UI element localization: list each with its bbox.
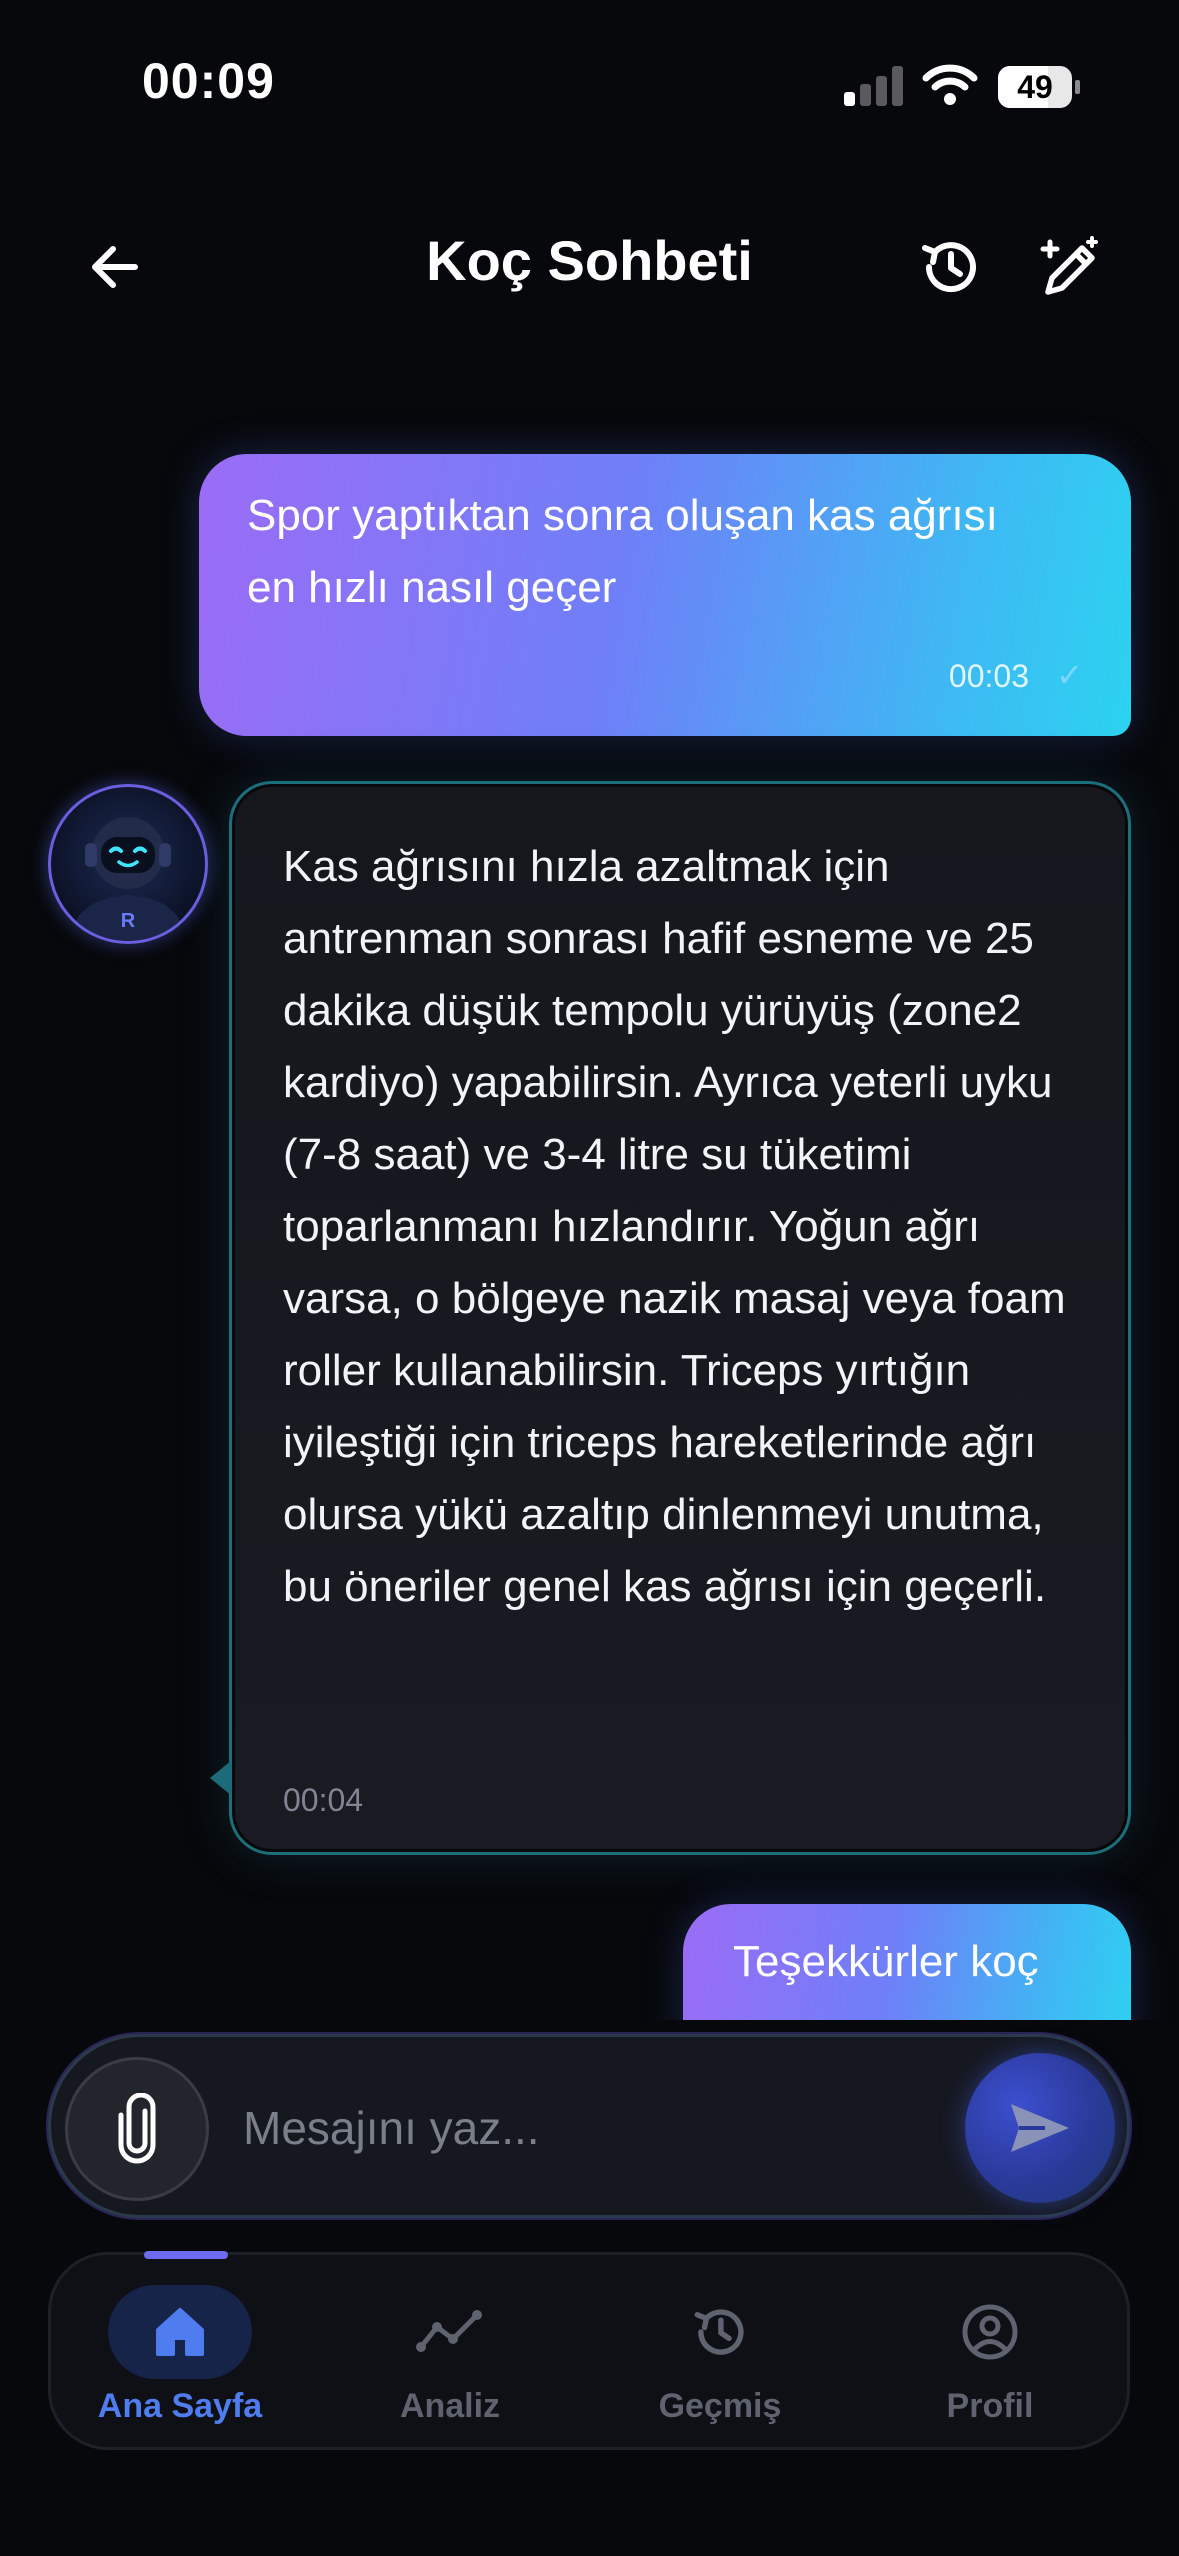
send-button[interactable] [965,2053,1115,2203]
history-icon [922,242,976,293]
user-message: Teşekkürler koç [683,1904,1131,2020]
tab-label: Profil [946,2387,1034,2425]
send-icon [1011,2104,1069,2152]
new-chat-button[interactable] [1034,232,1104,302]
status-time: 00:09 [142,53,275,109]
bubble-tail [210,1760,232,1796]
robot-coach-icon: R [71,817,185,941]
user-message: Spor yaptıktan sonra oluşan kas ağrısı e… [199,454,1131,736]
tab-analiz[interactable]: Analiz [315,2285,585,2435]
magic-pen-icon [1040,236,1098,295]
message-text: Teşekkürler koç [733,1937,1039,1986]
chat-thread[interactable]: Spor yaptıktan sonra oluşan kas ağrısı e… [0,410,1179,2020]
tab-home[interactable]: Ana Sayfa [45,2285,315,2435]
message-time: 00:04 [283,1782,364,1818]
page-title: Koç Sohbeti [426,229,753,292]
tab-label: Ana Sayfa [97,2387,263,2425]
history-icon [648,2285,792,2379]
paperclip-icon [118,2093,156,2164]
chart-line-icon [378,2285,522,2379]
tab-profil[interactable]: Profil [855,2285,1125,2435]
chat-history-button[interactable] [915,232,985,302]
message-input[interactable] [241,2077,925,2179]
tab-gecmis[interactable]: Geçmiş [585,2285,855,2435]
bottom-tab-bar: Ana Sayfa Analiz Geçmiş Profil [48,2252,1130,2450]
message-time: 00:03 [948,658,1029,694]
read-check-icon: ✓ [1056,657,1083,693]
battery-icon: 49 [998,66,1080,108]
tab-label: Geçmiş [658,2387,782,2425]
cellular-signal-icon [844,66,906,106]
coach-message: Kas ağrısını hızla azaltmak için antrenm… [232,784,1128,1852]
home-icon [108,2285,252,2379]
message-text: Spor yaptıktan sonra oluşan kas ağrısı e… [247,491,998,612]
coach-avatar: R [48,784,208,944]
battery-level: 49 [1017,69,1053,105]
message-composer [48,2034,1130,2218]
tab-label: Analiz [399,2387,501,2425]
active-tab-indicator [144,2251,228,2259]
svg-text:R: R [121,910,136,932]
wifi-icon [922,62,978,106]
attach-button[interactable] [65,2057,209,2201]
message-text: Kas ağrısını hızla azaltmak için antrenm… [283,842,1066,1611]
user-circle-icon [918,2285,1062,2379]
